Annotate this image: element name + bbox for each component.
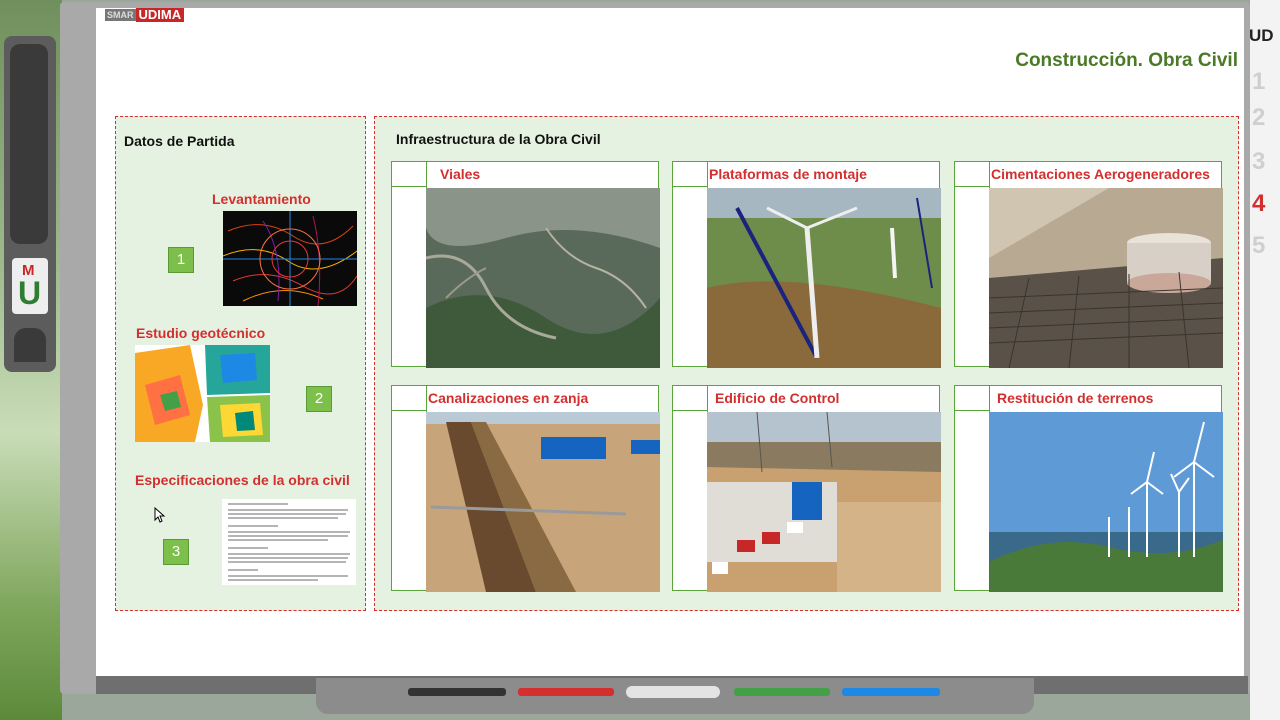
specifications-document-image <box>222 499 356 585</box>
smart-label: SMAR <box>105 9 136 21</box>
card-cimentaciones: Cimentaciones Aerogeneradores <box>954 161 1223 368</box>
eraser[interactable] <box>626 686 720 698</box>
card-viales: Viales <box>391 161 660 368</box>
pen-black[interactable] <box>408 688 506 696</box>
side-nav-item-5[interactable]: 5 <box>1252 232 1265 260</box>
geotechnical-model-image <box>135 345 270 442</box>
estudio-geotecnico-label: Estudio geotécnico <box>136 325 266 341</box>
side-nav-item-4[interactable]: 4 <box>1252 190 1265 218</box>
roads-aerial-photo <box>426 188 660 368</box>
card-plataformas-montaje: Plataformas de montaje <box>672 161 941 368</box>
card-canalizaciones: Canalizaciones en zanja <box>391 385 660 592</box>
crane-turbine-photo <box>707 188 941 368</box>
trench-photo <box>426 412 660 592</box>
step-3-badge: 3 <box>163 539 189 565</box>
datos-de-partida-panel: Datos de Partida Levantamiento 1 Estudio… <box>115 116 366 611</box>
slide-title: Construcción. Obra Civil <box>1015 50 1238 71</box>
panel-title: Datos de Partida <box>124 133 235 149</box>
side-nav-item-2[interactable]: 2 <box>1252 104 1265 132</box>
card-edificio-control: Edificio de Control <box>672 385 941 592</box>
panel-title: Infraestructura de la Obra Civil <box>396 131 601 147</box>
pen-red[interactable] <box>518 688 614 696</box>
card-title: Restitución de terrenos <box>997 390 1154 406</box>
udima-logo: MU <box>12 258 48 314</box>
card-title: Canalizaciones en zanja <box>428 390 589 406</box>
pen-blue[interactable] <box>842 688 940 696</box>
card-title: Edificio de Control <box>715 390 840 406</box>
speaker-grille <box>10 44 48 244</box>
especificaciones-label: Especificaciones de la obra civil <box>135 472 350 488</box>
udima-label: UDIMA <box>135 8 185 22</box>
card-title: Viales <box>440 166 481 182</box>
pen-green[interactable] <box>734 688 830 696</box>
topographic-map-image <box>223 211 357 306</box>
speaker-panel: MU <box>4 36 56 372</box>
foundation-rebar-photo <box>989 188 1223 368</box>
control-building-photo <box>707 412 941 592</box>
wind-farm-coast-photo <box>989 412 1223 592</box>
levantamiento-label: Levantamiento <box>212 191 311 207</box>
card-title: Cimentaciones Aerogeneradores <box>991 166 1210 182</box>
side-nav-header: UD <box>1249 26 1274 45</box>
infraestructura-panel: Infraestructura de la Obra Civil Viales … <box>374 116 1239 611</box>
mouse-pointer-icon <box>154 507 166 523</box>
step-2-badge: 2 <box>306 386 332 412</box>
card-restitucion-terrenos: Restitución de terrenos <box>954 385 1223 592</box>
card-title: Plataformas de montaje <box>709 166 867 182</box>
brand-logo: SMAR UDIMA <box>105 8 185 22</box>
side-nav-item-3[interactable]: 3 <box>1252 148 1265 176</box>
speaker-base <box>14 328 46 362</box>
side-nav-item-1[interactable]: 1 <box>1252 68 1265 96</box>
step-1-badge: 1 <box>168 247 194 273</box>
